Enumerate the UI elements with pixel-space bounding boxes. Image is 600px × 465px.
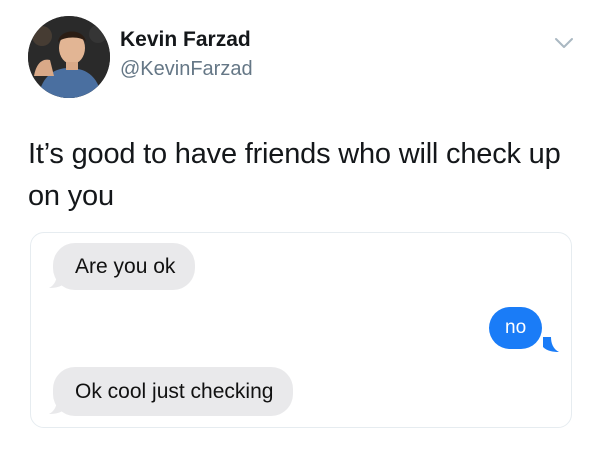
message-bubble-received: Ok cool just checking — [53, 367, 294, 416]
author-handle[interactable]: @KevinFarzad — [120, 58, 253, 81]
message-bubble-received: Are you ok — [53, 243, 196, 290]
embedded-chat-screenshot: Are you ok no Ok cool just checking — [30, 232, 572, 428]
chevron-down-icon — [555, 38, 573, 48]
avatar[interactable] — [28, 16, 110, 98]
tweet-text: It’s good to have friends who will check… — [28, 138, 561, 212]
author-display-name[interactable]: Kevin Farzad — [120, 28, 251, 52]
tweet-options-button[interactable] — [552, 34, 576, 52]
bubble-tail — [543, 337, 559, 352]
message-bubble-sent: no — [489, 307, 543, 349]
tweet-card: Kevin Farzad @KevinFarzad It’s good to h… — [0, 0, 600, 465]
avatar-photo — [28, 16, 110, 98]
